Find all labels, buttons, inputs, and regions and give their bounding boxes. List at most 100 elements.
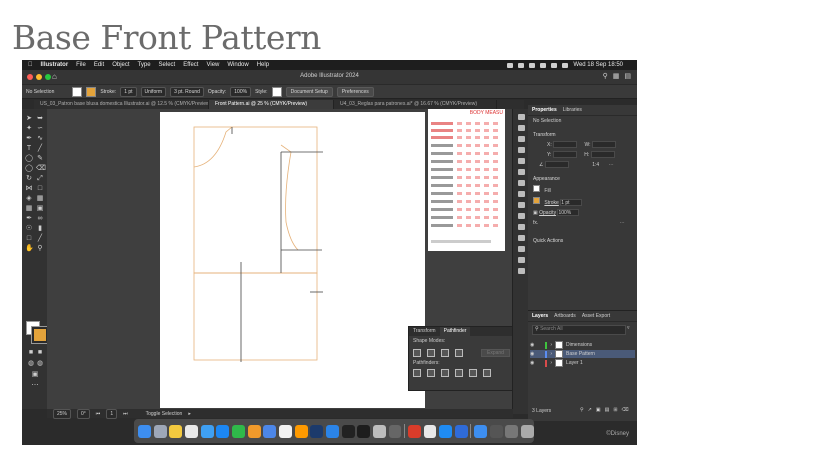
libraries-icon[interactable] xyxy=(517,114,525,120)
tab-properties[interactable]: Properties xyxy=(532,107,557,113)
expand-icon[interactable]: › xyxy=(550,351,552,357)
search-icon[interactable] xyxy=(562,62,569,68)
draw-normal-icon[interactable]: ◍ xyxy=(27,360,35,368)
zoom-level[interactable]: 25% xyxy=(53,408,72,419)
tab-asset-export[interactable]: Asset Export xyxy=(582,313,610,319)
merge-icon[interactable] xyxy=(441,369,449,377)
graphic-styles-icon[interactable] xyxy=(517,169,525,175)
artboard-tool-icon[interactable]: □ xyxy=(25,235,33,243)
menu-help[interactable]: Help xyxy=(257,62,269,68)
neckline-curve[interactable] xyxy=(193,126,233,168)
variable-width-profile[interactable]: Uniform xyxy=(140,86,167,97)
layer-name[interactable]: Dimensions xyxy=(566,342,592,348)
ellipse-tool-icon[interactable]: ◯ xyxy=(25,155,33,163)
magic-wand-tool-icon[interactable]: ✦ xyxy=(25,125,33,133)
layer-name[interactable]: Base Pattern xyxy=(566,351,595,357)
downloads-stack-icon[interactable] xyxy=(489,424,503,438)
opacity-label[interactable]: Opacity xyxy=(539,210,556,216)
preferences-button[interactable]: Preferences xyxy=(336,86,374,97)
line-tool-icon[interactable]: ╱ xyxy=(36,145,44,153)
terminal-icon[interactable] xyxy=(341,424,355,438)
scale-tool-icon[interactable]: ⤢ xyxy=(36,175,44,183)
illustrator-icon[interactable] xyxy=(294,424,308,438)
menubar-clock[interactable]: Wed 18 Sep 18:50 xyxy=(573,62,623,68)
menu-effect[interactable]: Effect xyxy=(183,62,198,68)
artboard-number[interactable]: 1 xyxy=(106,408,118,419)
symbols-icon[interactable] xyxy=(517,158,525,164)
stroke-weight-field[interactable]: 1 pt xyxy=(120,86,137,97)
app-store-2-icon[interactable] xyxy=(439,424,453,438)
status-icon[interactable] xyxy=(529,62,536,68)
align-icon[interactable] xyxy=(517,224,525,230)
app-store-icon[interactable] xyxy=(200,424,214,438)
tab-transform[interactable]: Transform xyxy=(409,327,440,336)
curvature-tool-icon[interactable]: ∿ xyxy=(36,135,44,143)
measurement-sheet[interactable]: BODY MEASU xyxy=(428,109,505,251)
type-tool-icon[interactable]: T xyxy=(25,145,33,153)
export-icon[interactable]: ↗ xyxy=(588,407,592,413)
unite-icon[interactable] xyxy=(413,349,421,357)
column-graph-tool-icon[interactable]: ▮ xyxy=(36,225,44,233)
calendar-icon[interactable] xyxy=(184,424,198,438)
tab-document-3[interactable]: U4_03_Reglas para patrones.ai* @ 16.67 %… xyxy=(334,100,497,109)
tab-artboards[interactable]: Artboards xyxy=(554,313,576,319)
layer-row-base-pattern[interactable]: ◉ › Base Pattern xyxy=(530,350,635,358)
actions-icon[interactable] xyxy=(517,235,525,241)
stroke-label[interactable]: Stroke xyxy=(544,200,558,206)
visibility-icon[interactable]: ◉ xyxy=(530,351,534,357)
color-mode-icon[interactable]: ■ xyxy=(27,349,35,357)
layer-name[interactable]: Layer 1 xyxy=(566,360,583,366)
search-icon[interactable]: ⚲ xyxy=(603,72,608,80)
color-icon[interactable] xyxy=(517,125,525,131)
bodice-block-lower[interactable] xyxy=(193,272,318,361)
status-action[interactable]: Toggle Selection xyxy=(146,411,183,417)
folder-icon[interactable] xyxy=(474,424,488,438)
crop-icon[interactable] xyxy=(455,369,463,377)
stroke-icon[interactable] xyxy=(517,180,525,186)
stroke-color-icon[interactable] xyxy=(32,327,48,343)
photoshop-icon[interactable] xyxy=(310,424,324,438)
artboard-nav-last-icon[interactable]: ⏭ xyxy=(123,411,128,417)
graphic-style-swatch[interactable] xyxy=(271,86,282,97)
document-setup-button[interactable]: Document Setup xyxy=(285,86,333,97)
rotation-level[interactable]: 0° xyxy=(77,408,90,419)
gradient-tool-icon[interactable]: ▣ xyxy=(36,205,44,213)
symbol-sprayer-tool-icon[interactable]: ☉ xyxy=(25,225,33,233)
intersect-icon[interactable] xyxy=(441,349,449,357)
visibility-icon[interactable]: ◉ xyxy=(530,342,534,348)
new-layer-icon[interactable]: ⊞ xyxy=(613,407,617,413)
artboard[interactable] xyxy=(160,112,425,408)
tab-libraries[interactable]: Libraries xyxy=(563,107,582,113)
launchpad-icon[interactable] xyxy=(153,424,167,438)
notes-icon[interactable] xyxy=(169,424,183,438)
perspective-grid-tool-icon[interactable]: ▦ xyxy=(36,195,44,203)
rotate-tool-icon[interactable]: ↻ xyxy=(25,175,33,183)
trim-icon[interactable] xyxy=(427,369,435,377)
layer-row-dimensions[interactable]: ◉ › Dimensions xyxy=(530,341,635,349)
layers-search[interactable]: ⚲ Search All xyxy=(532,325,626,335)
layer-row-layer-1[interactable]: ◉ › Layer 1 xyxy=(530,359,635,367)
expand-icon[interactable]: › xyxy=(550,360,552,366)
gradient-mode-icon[interactable]: ■ xyxy=(36,349,44,357)
eraser-tool-icon[interactable]: ⌫ xyxy=(36,165,46,173)
status-icon[interactable] xyxy=(518,62,525,68)
blend-tool-icon[interactable]: ∞ xyxy=(36,215,44,223)
divide-icon[interactable] xyxy=(413,369,421,377)
notion-icon[interactable] xyxy=(278,424,292,438)
zoom-tool-icon[interactable]: ⚲ xyxy=(36,245,44,253)
hand-tool-icon[interactable]: ✋ xyxy=(25,245,34,253)
draw-behind-icon[interactable]: ◍ xyxy=(36,360,44,368)
pathfinder-icon[interactable] xyxy=(517,268,525,274)
lasso-tool-icon[interactable]: ∽ xyxy=(36,125,44,133)
pattern-drawing[interactable] xyxy=(160,112,425,408)
minus-back-icon[interactable] xyxy=(483,369,491,377)
menu-edit[interactable]: Edit xyxy=(94,62,104,68)
fill-stroke-widget[interactable] xyxy=(26,321,48,343)
appearance-icon[interactable] xyxy=(517,213,525,219)
finder-icon[interactable] xyxy=(138,424,151,438)
tab-layers[interactable]: Layers xyxy=(532,313,548,319)
new-sublayer-icon[interactable]: ▤ xyxy=(605,407,610,413)
arrange-icon[interactable]: ▤ xyxy=(624,72,631,80)
word-icon[interactable] xyxy=(263,424,277,438)
artboard-nav-first-icon[interactable]: ⏮ xyxy=(96,411,101,417)
